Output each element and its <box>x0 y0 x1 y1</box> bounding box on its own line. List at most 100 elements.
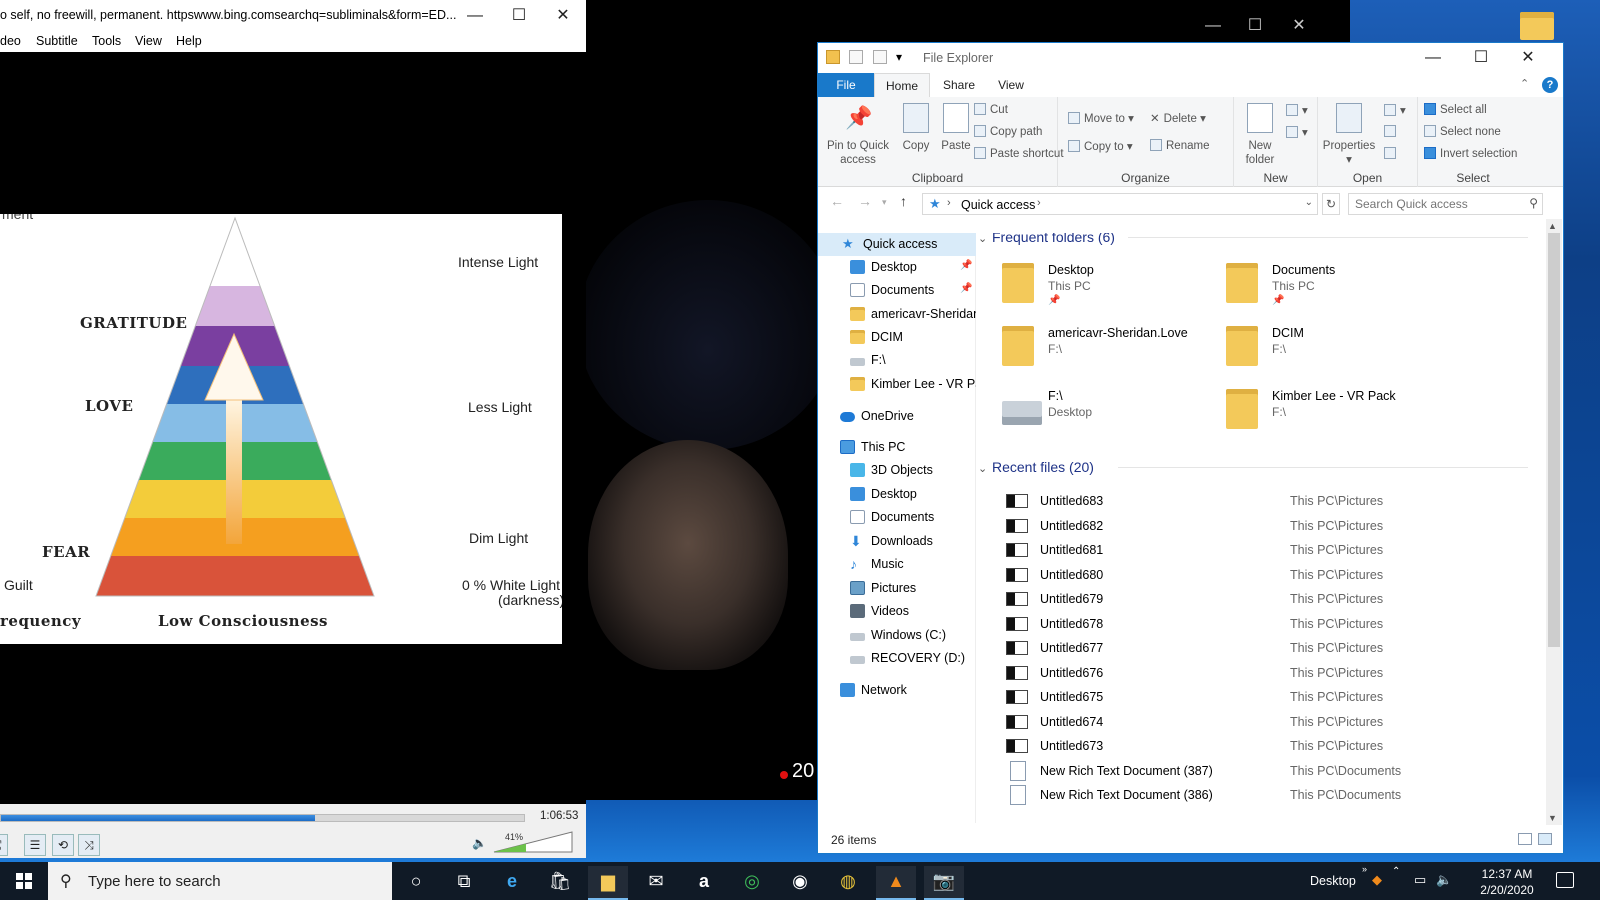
nav-item-recovery-d[interactable]: RECOVERY (D:) <box>818 647 976 670</box>
nav-item-kimber-lee-vr-pac[interactable]: Kimber Lee - VR Pac <box>818 373 976 396</box>
vlc-taskbar-icon[interactable]: ▲ <box>876 866 916 900</box>
nav-item-videos[interactable]: Videos <box>818 600 976 623</box>
nav-item-pictures[interactable]: Pictures <box>818 577 976 600</box>
copy-path-button[interactable]: Copy path <box>974 125 1042 138</box>
copy-button[interactable]: Copy <box>896 103 936 153</box>
start-button[interactable] <box>0 862 48 900</box>
tab-view[interactable]: View <box>986 73 1036 97</box>
show-hidden-icons-icon[interactable]: ⌃ <box>1392 866 1400 877</box>
copy-to-button[interactable]: Copy to ▾ <box>1068 139 1133 153</box>
frequent-folder-tile[interactable]: Documents This PC 📌 <box>1226 259 1446 319</box>
frequent-folder-tile[interactable]: americavr-Sheridan.Love F:\ <box>1002 322 1222 382</box>
new-folder-qat-icon[interactable] <box>872 49 887 64</box>
menu-help[interactable]: Help <box>176 34 202 48</box>
tab-home[interactable]: Home <box>874 73 930 97</box>
desktop-toolbar-label[interactable]: Desktop <box>1310 874 1356 888</box>
recent-file-row[interactable]: Untitled673 This PC\Pictures <box>978 734 1543 758</box>
menu-tools[interactable]: Tools <box>92 34 121 48</box>
frequent-folders-header[interactable]: ⌄ Frequent folders (6) <box>978 233 1115 245</box>
recent-file-row[interactable]: Untitled675 This PC\Pictures <box>978 685 1543 709</box>
clock[interactable]: 12:37 AM 2/20/2020 <box>1474 866 1540 898</box>
recent-file-row[interactable]: Untitled682 This PC\Pictures <box>978 514 1543 538</box>
nav-item-desktop[interactable]: Desktop <box>818 483 976 506</box>
address-bar[interactable]: ★ › Quick access › ⌄ <box>922 193 1318 215</box>
recent-file-row[interactable]: Untitled678 This PC\Pictures <box>978 612 1543 636</box>
tripadvisor-icon[interactable]: ◎ <box>732 866 772 900</box>
volume-icon[interactable]: 🔈 <box>1436 872 1452 888</box>
nav-item-onedrive[interactable]: OneDrive <box>818 405 976 428</box>
chrome-icon[interactable]: ◍ <box>828 866 868 900</box>
vlc-close-button[interactable]: ✕ <box>546 4 580 28</box>
breadcrumb-separator-icon[interactable]: › <box>1037 197 1041 209</box>
new-item-button[interactable]: ▾ <box>1286 103 1308 117</box>
camera-close-button[interactable]: ✕ <box>1284 16 1314 36</box>
scroll-thumb[interactable] <box>1548 233 1560 647</box>
tab-share[interactable]: Share <box>934 73 984 97</box>
move-to-button[interactable]: Move to ▾ <box>1068 111 1134 125</box>
battery-icon[interactable]: ▭ <box>1414 872 1426 888</box>
paste-button[interactable]: Paste <box>936 103 976 153</box>
task-view-icon[interactable]: ⧉ <box>444 866 484 900</box>
recent-file-row[interactable]: Untitled674 This PC\Pictures <box>978 710 1543 734</box>
recent-files-header[interactable]: ⌄ Recent files (20) <box>978 459 1094 475</box>
properties-qat-icon[interactable] <box>849 49 864 64</box>
easy-access-button[interactable]: ▾ <box>1286 125 1308 139</box>
address-dropdown-icon[interactable]: ⌄ <box>1305 197 1313 208</box>
recent-file-row[interactable]: New Rich Text Document (387) This PC\Docu… <box>978 759 1543 783</box>
recent-file-row[interactable]: Untitled676 This PC\Pictures <box>978 661 1543 685</box>
large-icons-view-icon[interactable] <box>1538 833 1552 845</box>
nav-item-windows-c[interactable]: Windows (C:) <box>818 624 976 647</box>
nav-item-americavr-sheridan[interactable]: americavr-Sheridan. <box>818 303 976 326</box>
frequent-folder-tile[interactable]: F:\ Desktop <box>1002 385 1222 445</box>
frequent-folder-tile[interactable]: DCIM F:\ <box>1226 322 1446 382</box>
camera-maximize-button[interactable]: ☐ <box>1240 16 1270 36</box>
help-icon[interactable]: ? <box>1542 77 1558 93</box>
refresh-icon[interactable]: ↻ <box>1322 193 1340 215</box>
camera-taskbar-icon[interactable]: 📷 <box>924 866 964 900</box>
cut-button[interactable]: Cut <box>974 103 1008 116</box>
vlc-fullscreen-button[interactable]: ⛶ <box>0 834 8 856</box>
speaker-icon[interactable]: 🔈 <box>472 836 487 850</box>
recent-file-row[interactable]: Untitled680 This PC\Pictures <box>978 563 1543 587</box>
breadcrumb-separator-icon[interactable]: › <box>947 197 951 209</box>
vlc-maximize-button[interactable]: ☐ <box>502 4 536 28</box>
menu-video[interactable]: deo <box>0 34 21 48</box>
notifications-icon[interactable] <box>1556 872 1574 888</box>
nav-item-network[interactable]: Network <box>818 679 976 702</box>
vlc-playlist-button[interactable]: ☰ <box>24 834 46 856</box>
select-none-button[interactable]: Select none <box>1424 125 1501 138</box>
recent-locations-icon[interactable]: ▾ <box>882 197 887 208</box>
store-icon[interactable]: 🛍 <box>540 866 580 900</box>
history-button[interactable] <box>1384 147 1400 160</box>
media-app-icon[interactable]: ◉ <box>780 866 820 900</box>
content-scrollbar[interactable]: ▲ ▼ <box>1546 219 1562 825</box>
nav-item-music[interactable]: ♪ Music <box>818 553 976 576</box>
explorer-maximize-button[interactable]: ☐ <box>1464 47 1498 69</box>
ribbon-collapse-icon[interactable]: ⌃ <box>1520 77 1529 90</box>
nav-item-dcim[interactable]: DCIM <box>818 326 976 349</box>
vlc-shuffle-button[interactable]: ⤨ <box>78 834 100 856</box>
file-explorer-taskbar-icon[interactable]: ▆ <box>588 866 628 900</box>
tab-file[interactable]: File <box>818 73 874 97</box>
nav-item-desktop[interactable]: Desktop 📌 <box>818 256 976 279</box>
recent-file-row[interactable]: Untitled683 This PC\Pictures <box>978 489 1543 513</box>
vlc-time-remaining[interactable]: 1:06:53 <box>540 810 578 822</box>
frequent-folder-tile[interactable]: Desktop This PC 📌 <box>1002 259 1222 319</box>
search-box[interactable]: ⚲ <box>1348 193 1543 215</box>
recent-file-row[interactable]: New Rich Text Document (386) This PC\Docu… <box>978 783 1543 807</box>
recent-file-row[interactable]: Untitled677 This PC\Pictures <box>978 636 1543 660</box>
qat-dropdown-icon[interactable]: ▾ <box>896 50 906 64</box>
explorer-minimize-button[interactable]: — <box>1416 47 1450 69</box>
nav-item-documents[interactable]: Documents 📌 <box>818 279 976 302</box>
toolbar-expand-icon[interactable]: » <box>1362 864 1367 874</box>
camera-minimize-button[interactable]: — <box>1198 16 1228 36</box>
pin-to-quick-access-button[interactable]: 📌 Pin to Quick access <box>822 103 894 167</box>
paste-shortcut-button[interactable]: Paste shortcut <box>974 147 1064 160</box>
vlc-minimize-button[interactable]: — <box>458 4 492 28</box>
vlc-video-area[interactable]: ment GRATITUDE LOVE FEAR Guilt Intense L… <box>0 52 586 804</box>
menu-subtitle[interactable]: Subtitle <box>36 34 78 48</box>
select-all-button[interactable]: Select all <box>1424 103 1487 116</box>
forward-icon[interactable]: → <box>858 193 872 209</box>
explorer-close-button[interactable]: ✕ <box>1511 47 1545 69</box>
taskbar-search-box[interactable]: ⚲ Type here to search <box>48 862 392 900</box>
